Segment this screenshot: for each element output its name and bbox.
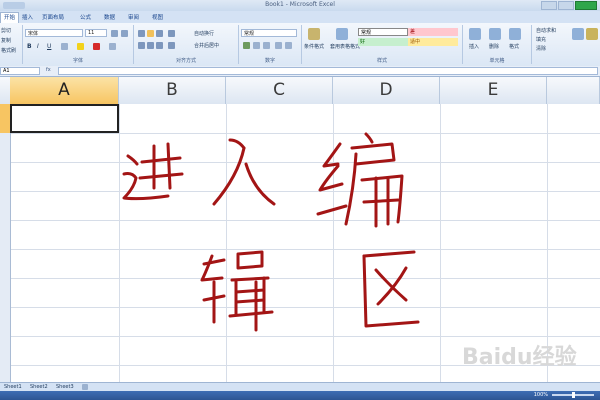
tab-insert[interactable]: 插入: [22, 13, 33, 21]
minimize-button[interactable]: [541, 1, 557, 10]
format-painter-button[interactable]: 格式刷: [1, 47, 16, 54]
formula-bar: A1 fx: [0, 66, 600, 77]
decrease-decimal-icon[interactable]: [285, 42, 292, 49]
tab-page-layout[interactable]: 页面布局: [42, 13, 64, 21]
ribbon: 剪切 复制 格式刷 宋体 11 B I U 字体 自动换行 合并后居中 对齐方式…: [0, 23, 600, 67]
tab-home[interactable]: 开始: [0, 12, 20, 23]
number-format-select[interactable]: 常规: [241, 29, 297, 37]
align-bottom-icon[interactable]: [156, 30, 163, 37]
font-group: 宋体 11 B I U 字体: [23, 25, 134, 64]
maximize-button[interactable]: [558, 1, 574, 10]
insert-sheet-icon[interactable]: [82, 384, 88, 390]
align-center-icon[interactable]: [147, 42, 154, 49]
shrink-font-icon[interactable]: [121, 30, 128, 37]
column-header-e[interactable]: E: [440, 77, 547, 104]
fx-icon[interactable]: fx: [46, 67, 51, 73]
conditional-format-button[interactable]: 条件格式: [304, 43, 324, 50]
sheet-tab-3[interactable]: Sheet3: [56, 383, 74, 391]
tab-formulas[interactable]: 公式: [80, 13, 91, 21]
style-normal[interactable]: 常规: [358, 28, 408, 36]
percent-icon[interactable]: [253, 42, 260, 49]
format-as-table-button[interactable]: 套用表格格式: [330, 43, 360, 50]
cells-group-label: 单元格: [489, 58, 505, 64]
phonetic-icon[interactable]: [109, 43, 116, 50]
fill-color-icon[interactable]: [77, 43, 84, 50]
format-cells-button[interactable]: 格式: [509, 43, 519, 50]
style-neutral[interactable]: 适中: [408, 38, 458, 46]
insert-cells-button[interactable]: 插入: [469, 43, 479, 50]
currency-icon[interactable]: [243, 42, 250, 49]
tab-data[interactable]: 数据: [104, 13, 115, 21]
fill-button[interactable]: 填充: [536, 36, 546, 43]
sheet-tab-1[interactable]: Sheet1: [4, 383, 22, 391]
column-header-f[interactable]: [547, 77, 600, 104]
baidu-watermark: Baidu经验: [462, 333, 592, 373]
alignment-group-label: 对齐方式: [175, 58, 196, 64]
name-box[interactable]: A1: [0, 67, 40, 75]
increase-decimal-icon[interactable]: [275, 42, 282, 49]
find-select-icon[interactable]: [586, 28, 598, 40]
format-as-table-icon[interactable]: [336, 28, 348, 40]
align-middle-icon[interactable]: [147, 30, 154, 37]
comma-icon[interactable]: [263, 42, 270, 49]
autosum-button[interactable]: 自动求和: [536, 27, 556, 34]
zoom-level[interactable]: 100%: [534, 391, 548, 400]
style-good[interactable]: 好: [358, 38, 408, 46]
wrap-text-button[interactable]: 自动换行: [194, 30, 214, 37]
style-bad[interactable]: 差: [408, 28, 458, 36]
formula-input[interactable]: [58, 67, 598, 75]
number-group: 常规 数字: [239, 25, 302, 64]
tab-review[interactable]: 审阅: [128, 13, 139, 21]
orientation-icon[interactable]: [168, 30, 175, 37]
border-icon[interactable]: [61, 43, 68, 50]
number-group-label: 数字: [264, 58, 275, 64]
align-right-icon[interactable]: [156, 42, 163, 49]
copy-button[interactable]: 复制: [1, 37, 11, 44]
clipboard-group: 剪切 复制 格式刷: [0, 25, 23, 64]
alignment-group: 自动换行 合并后居中 对齐方式: [134, 25, 239, 64]
font-name-select[interactable]: 宋体: [25, 29, 83, 37]
watermark-text: Baidu经验: [462, 345, 577, 370]
title-bar: Book1 - Microsoft Excel: [0, 0, 600, 11]
delete-cells-icon[interactable]: [489, 28, 501, 40]
styles-group-label: 样式: [376, 58, 387, 64]
bold-button[interactable]: B: [27, 43, 32, 50]
grow-font-icon[interactable]: [111, 30, 118, 37]
align-top-icon[interactable]: [138, 30, 145, 37]
column-header-d[interactable]: D: [333, 77, 440, 104]
styles-group: 条件格式 套用表格格式 常规 差 好 适中 样式: [302, 25, 463, 64]
font-group-label: 字体: [72, 58, 83, 64]
cells-group: 插入 删除 格式 单元格: [463, 25, 532, 64]
italic-button[interactable]: I: [37, 43, 39, 50]
column-headers: A B C D E: [0, 77, 600, 105]
column-header-a[interactable]: A: [10, 77, 119, 104]
window-title: Book1 - Microsoft Excel: [265, 1, 335, 8]
zoom-slider-thumb[interactable]: [572, 392, 575, 398]
format-cells-icon[interactable]: [509, 28, 521, 40]
delete-cells-button[interactable]: 删除: [489, 43, 499, 50]
column-header-c[interactable]: C: [226, 77, 333, 104]
window-controls: [541, 1, 597, 10]
insert-cells-icon[interactable]: [469, 28, 481, 40]
font-size-select[interactable]: 11: [85, 29, 107, 37]
underline-button[interactable]: U: [47, 43, 51, 50]
status-bar: 100%: [0, 391, 600, 400]
column-header-b[interactable]: B: [119, 77, 226, 104]
close-button[interactable]: [575, 1, 597, 10]
merge-center-button[interactable]: 合并后居中: [194, 42, 219, 49]
sheet-tab-2[interactable]: Sheet2: [30, 383, 48, 391]
editing-group: 自动求和 填充 清除: [532, 25, 600, 64]
cut-button[interactable]: 剪切: [1, 27, 11, 34]
tab-view[interactable]: 视图: [152, 13, 163, 21]
conditional-format-icon[interactable]: [308, 28, 320, 40]
font-color-icon[interactable]: [93, 43, 100, 50]
sort-filter-icon[interactable]: [572, 28, 584, 40]
indent-icon[interactable]: [168, 42, 175, 49]
align-left-icon[interactable]: [138, 42, 145, 49]
clear-button[interactable]: 清除: [536, 45, 546, 52]
